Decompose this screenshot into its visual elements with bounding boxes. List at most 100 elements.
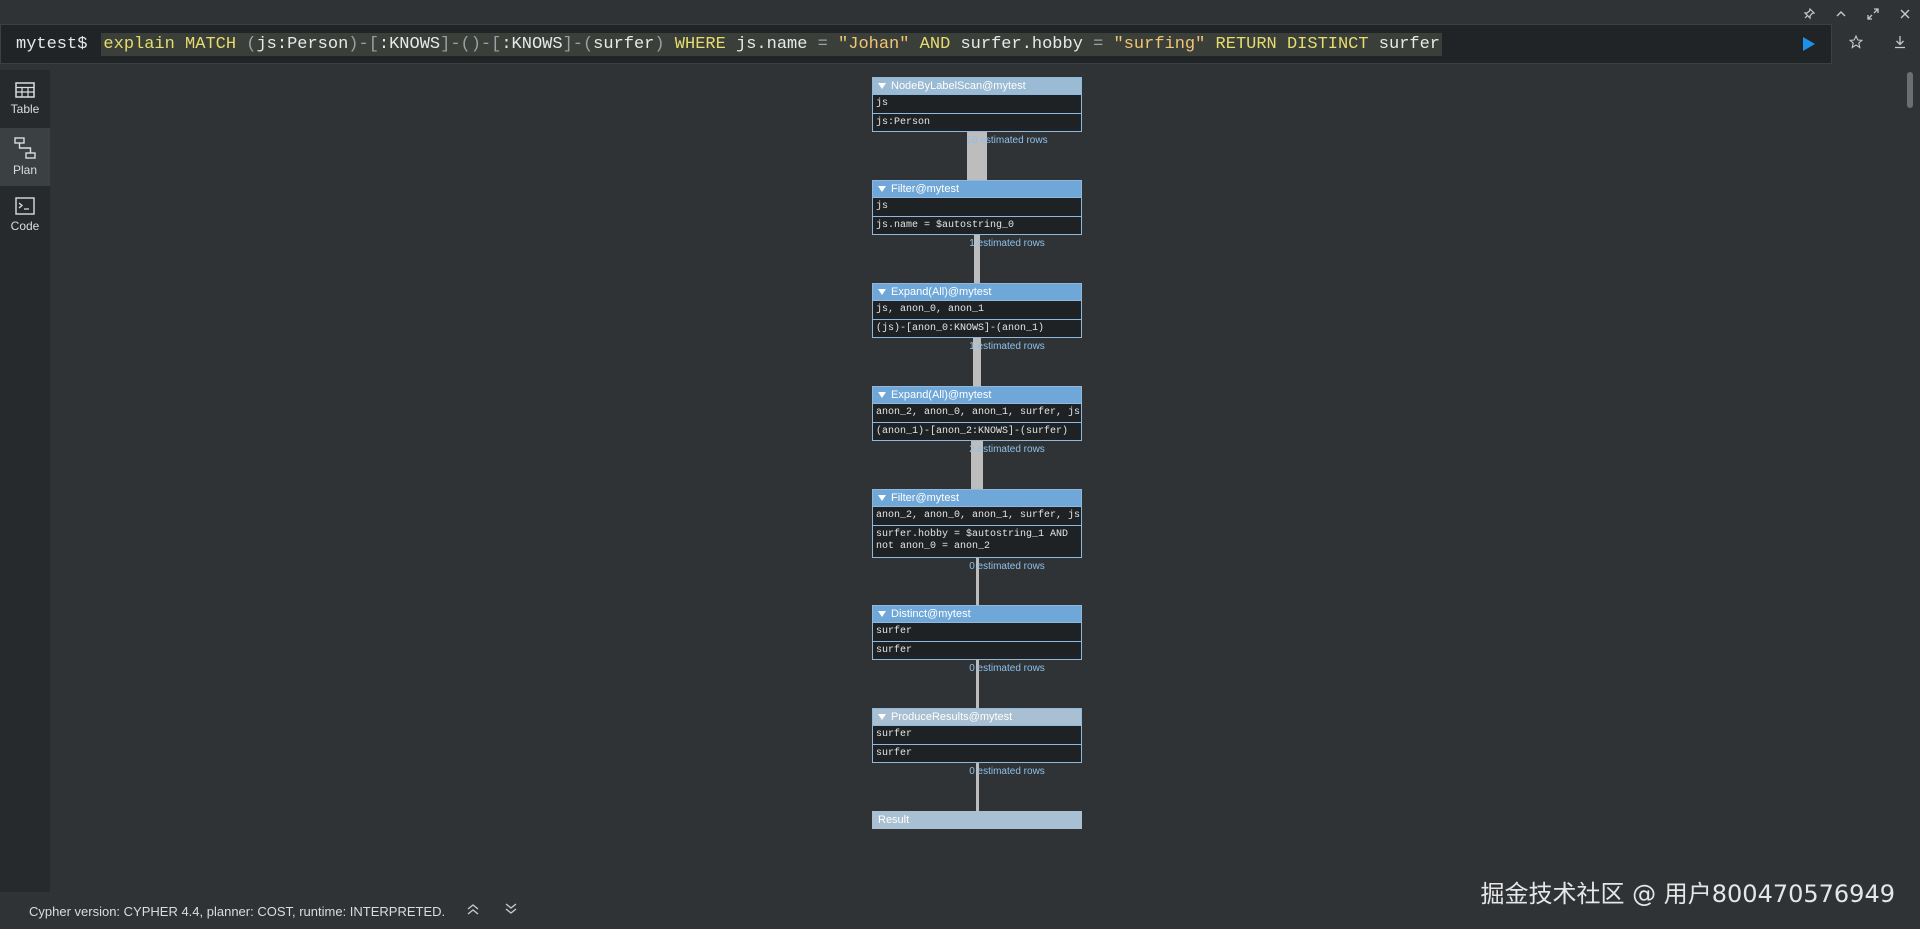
result-view-sidebar: Table Plan Code: [0, 70, 50, 892]
expand-all-icon[interactable]: [501, 902, 521, 921]
operator-name: NodeByLabelScan@mytest: [891, 80, 1026, 92]
operator-header[interactable]: Filter@mytest: [873, 490, 1081, 506]
editor-actions: [1836, 24, 1910, 64]
query-token: :KNOWS: [501, 34, 563, 54]
query-token: ): [654, 34, 675, 54]
sidebar-item-code[interactable]: Code: [0, 186, 50, 244]
query-editor[interactable]: mytest$ explain MATCH (js:Person)-[ :KNOW…: [0, 24, 1832, 64]
query-token: explain: [103, 34, 175, 54]
close-icon[interactable]: [1896, 6, 1914, 22]
status-bar: Cypher version: CYPHER 4.4, planner: COS…: [29, 902, 521, 921]
query-token: MATCH: [185, 34, 237, 54]
download-icon[interactable]: [1890, 35, 1910, 54]
operator-detail: anon_2, anon_0, anon_1, surfer, js: [873, 506, 1081, 525]
operator-name: Filter@mytest: [891, 183, 960, 195]
query-token: js:Person: [256, 34, 349, 54]
collapse-triangle-icon[interactable]: [878, 83, 886, 89]
operator-detail: (anon_1)-[anon_2:KNOWS]-(surfer): [873, 422, 1081, 441]
operator-detail: surfer.hobby = $autostring_1 AND not ano…: [873, 525, 1081, 556]
query-token: ]-(: [562, 34, 594, 54]
sidebar-item-plan[interactable]: Plan: [0, 128, 50, 186]
code-icon: [15, 197, 35, 215]
collapse-triangle-icon[interactable]: [878, 714, 886, 720]
collapse-all-icon[interactable]: [463, 902, 483, 921]
plan-operator[interactable]: Result: [872, 811, 1082, 829]
operator-name: Distinct@mytest: [891, 608, 971, 620]
plan-icon: [14, 137, 36, 159]
query-token: js.name: [725, 34, 818, 54]
operator-header[interactable]: Result: [873, 812, 1081, 828]
collapse-triangle-icon[interactable]: [878, 289, 886, 295]
query-token: [175, 35, 185, 54]
plan-operator[interactable]: ProduceResults@mytest surfer surfer: [872, 708, 1082, 763]
query-text[interactable]: explain MATCH (js:Person)-[:KNOWS]-()-[:…: [101, 32, 1443, 56]
operator-detail: js.name = $autostring_0: [873, 216, 1081, 235]
estimated-rows-label: 2 estimated rows: [969, 444, 1045, 455]
plan-operator[interactable]: Expand(All)@mytest anon_2, anon_0, anon_1…: [872, 386, 1082, 441]
sidebar-item-table[interactable]: Table: [0, 70, 50, 128]
plan-operator[interactable]: NodeByLabelScan@mytest js js:Person: [872, 77, 1082, 132]
window-controls: [1800, 6, 1914, 22]
watermark: 掘金技术社区 @ 用户800470576949: [1480, 880, 1896, 908]
editor-prompt: mytest$: [16, 34, 88, 54]
query-token: "Johan": [838, 34, 910, 54]
plan-operator[interactable]: Filter@mytest js js.name = $autostring_0: [872, 180, 1082, 235]
star-icon[interactable]: [1846, 34, 1866, 54]
collapse-triangle-icon[interactable]: [878, 186, 886, 192]
operator-header[interactable]: Expand(All)@mytest: [873, 387, 1081, 403]
operator-name: Result: [878, 814, 910, 826]
plan-operator[interactable]: Distinct@mytest surfer surfer: [872, 605, 1082, 660]
query-token: [1277, 35, 1287, 54]
operator-name: ProduceResults@mytest: [891, 711, 1013, 723]
plan-operator[interactable]: Expand(All)@mytest js, anon_0, anon_1 (js)…: [872, 283, 1082, 338]
estimated-rows-label: 0 estimated rows: [969, 663, 1045, 674]
query-token: RETURN: [1215, 34, 1277, 54]
query-token: =: [1093, 34, 1114, 54]
sidebar-item-label: Plan: [12, 163, 38, 177]
operator-header[interactable]: Distinct@mytest: [873, 606, 1081, 622]
query-token: AND: [919, 34, 951, 54]
pin-icon[interactable]: [1800, 6, 1818, 22]
query-token: WHERE: [674, 34, 726, 54]
estimated-rows-label: 1 estimated rows: [969, 341, 1045, 352]
query-token: surfer: [1368, 34, 1441, 54]
query-token: [909, 35, 919, 54]
collapse-triangle-icon[interactable]: [878, 392, 886, 398]
query-token: [236, 35, 246, 54]
estimated-rows-label: 1 estimated rows: [969, 238, 1045, 249]
operator-header[interactable]: NodeByLabelScan@mytest: [873, 78, 1081, 94]
scrollbar[interactable]: [1907, 72, 1913, 108]
query-token: )-[: [348, 34, 379, 54]
operator-header[interactable]: Expand(All)@mytest: [873, 284, 1081, 300]
sidebar-item-label: Code: [10, 219, 40, 233]
table-icon: [15, 82, 35, 98]
query-token: surfer: [593, 34, 655, 54]
operator-header[interactable]: ProduceResults@mytest: [873, 709, 1081, 725]
cypher-version-text: Cypher version: CYPHER 4.4, planner: COS…: [29, 904, 446, 919]
estimated-rows-label: 0 estimated rows: [969, 766, 1045, 777]
fullscreen-icon[interactable]: [1864, 6, 1882, 22]
operator-name: Expand(All)@mytest: [891, 389, 992, 401]
run-button[interactable]: [1799, 33, 1819, 55]
query-token: [1205, 35, 1215, 54]
query-token: DISTINCT: [1286, 34, 1369, 54]
query-token: ]-()-[: [440, 34, 502, 54]
plan-operator[interactable]: Filter@mytest anon_2, anon_0, anon_1, sur…: [872, 489, 1082, 558]
collapse-triangle-icon[interactable]: [878, 611, 886, 617]
operator-detail: surfer: [873, 744, 1081, 763]
operator-detail: surfer: [873, 622, 1081, 641]
collapse-triangle-icon[interactable]: [878, 495, 886, 501]
operator-header[interactable]: Filter@mytest: [873, 181, 1081, 197]
operator-name: Filter@mytest: [891, 492, 960, 504]
operator-detail: js: [873, 197, 1081, 216]
query-token: (: [246, 34, 257, 54]
sidebar-item-label: Table: [10, 102, 40, 116]
operator-name: Expand(All)@mytest: [891, 286, 992, 298]
operator-detail: js:Person: [873, 113, 1081, 132]
operator-detail: (js)-[anon_0:KNOWS]-(anon_1): [873, 319, 1081, 338]
operator-detail: anon_2, anon_0, anon_1, surfer, js: [873, 403, 1081, 422]
query-token: surfer.hobby: [950, 34, 1094, 54]
collapse-up-icon[interactable]: [1832, 6, 1850, 22]
play-icon: [1803, 37, 1815, 51]
estimated-rows-label: 0 estimated rows: [969, 561, 1045, 572]
